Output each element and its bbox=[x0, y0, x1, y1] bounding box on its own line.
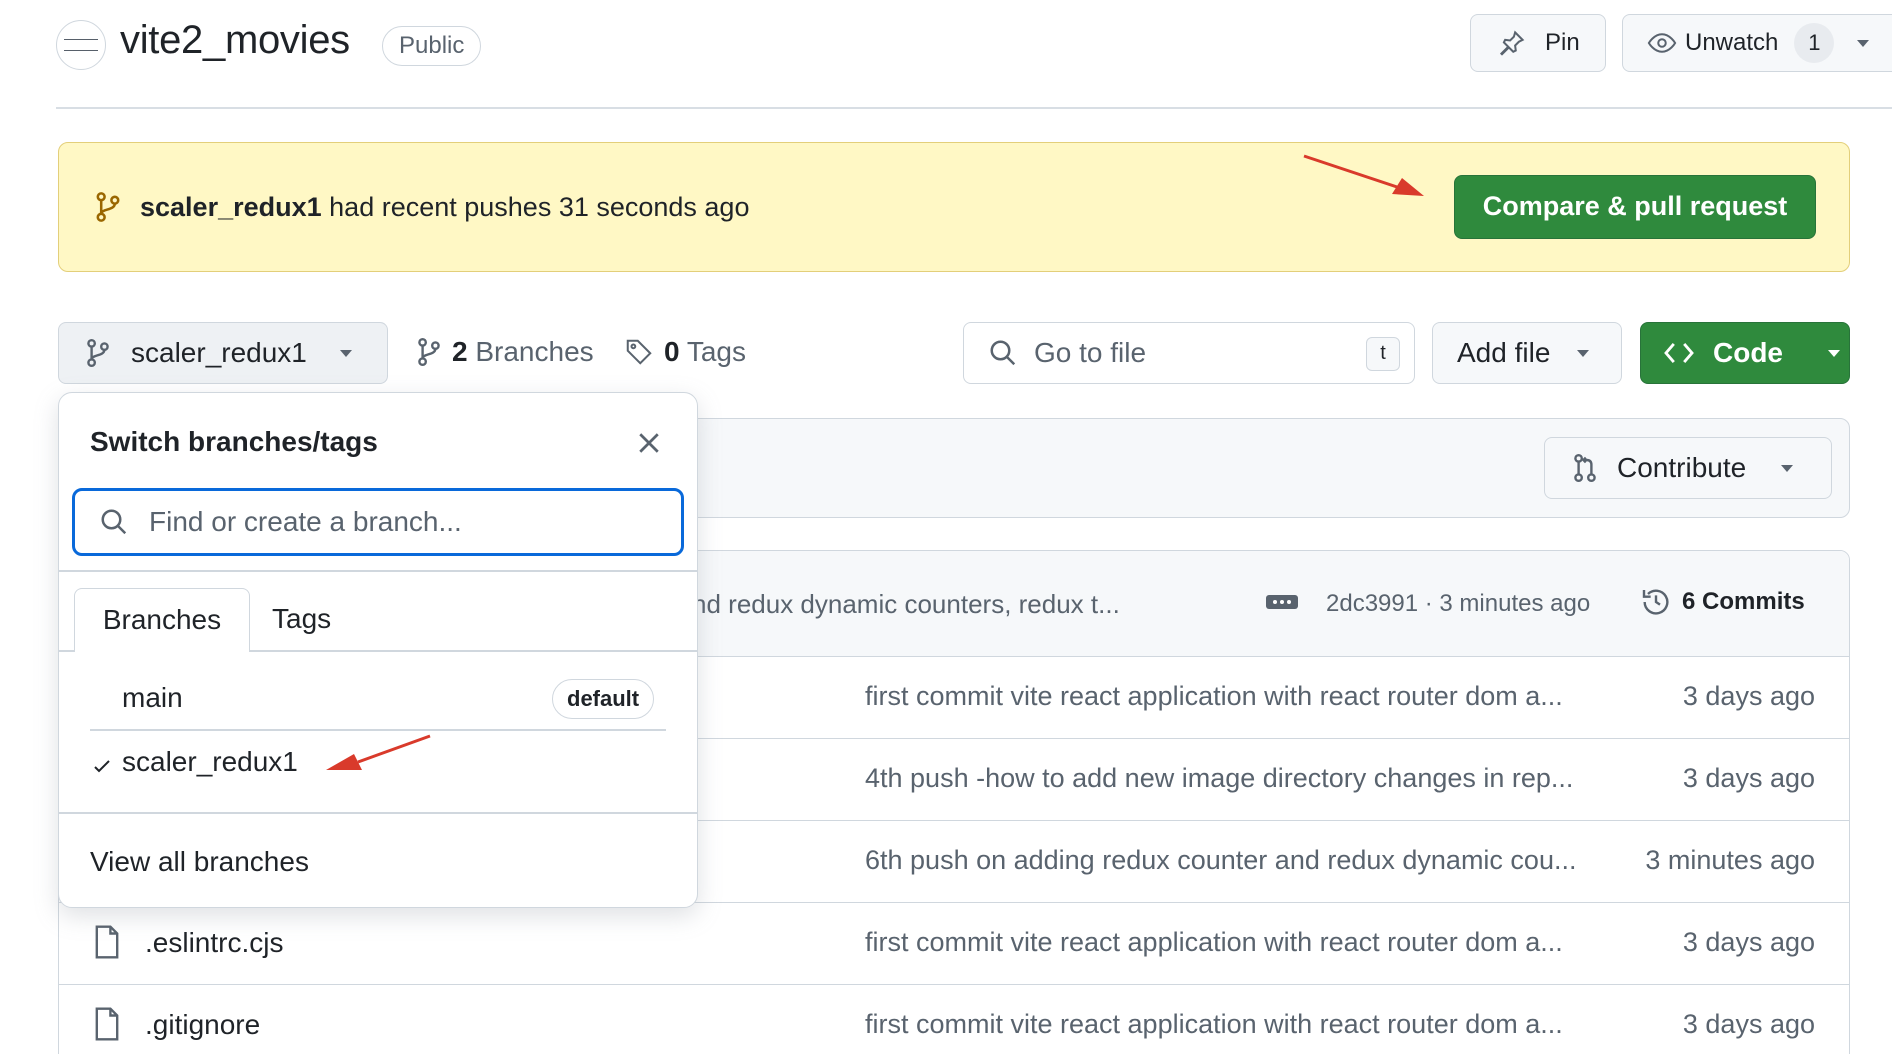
tab-tags[interactable]: Tags bbox=[272, 588, 331, 652]
file-row[interactable]: .eslintrc.cjs first commit vite react ap… bbox=[59, 903, 1849, 985]
tab-branches[interactable]: Branches bbox=[74, 588, 250, 652]
push-message: had recent pushes 31 seconds ago bbox=[329, 192, 750, 222]
add-file-label: Add file bbox=[1457, 337, 1551, 368]
pin-label: Pin bbox=[1545, 29, 1580, 56]
dropdown-title: Switch branches/tags bbox=[90, 426, 378, 457]
view-all-branches-link[interactable]: View all branches bbox=[90, 846, 309, 878]
tags-label: Tags bbox=[686, 336, 747, 367]
repo-name[interactable]: vite2_movies bbox=[120, 18, 350, 63]
search-icon bbox=[99, 507, 129, 537]
dropdown-divider bbox=[58, 570, 698, 572]
file-commit-date: 3 minutes ago bbox=[1645, 845, 1815, 875]
branch-icon bbox=[416, 336, 442, 368]
branch-icon bbox=[94, 190, 122, 224]
pin-button[interactable]: Pin bbox=[1470, 14, 1606, 72]
contribute-label: Contribute bbox=[1617, 452, 1747, 483]
visibility-badge: Public bbox=[382, 26, 482, 66]
contribute-icon bbox=[1571, 452, 1599, 484]
unwatch-label: Unwatch bbox=[1685, 29, 1779, 56]
watch-count: 1 bbox=[1794, 23, 1835, 63]
tags-link[interactable]: 0 Tags bbox=[624, 336, 746, 368]
close-icon[interactable] bbox=[634, 428, 664, 458]
commits-link[interactable]: 6 Commits bbox=[1640, 586, 1805, 618]
caret-down-icon bbox=[1856, 38, 1870, 48]
add-file-button[interactable]: Add file bbox=[1432, 322, 1622, 384]
branch-search-input[interactable] bbox=[149, 506, 649, 538]
latest-commit-meta[interactable]: 2dc3991 · 3 minutes ago bbox=[1326, 590, 1590, 618]
file-commit-message[interactable]: 4th push -how to add new image directory… bbox=[865, 763, 1573, 794]
file-commit-date: 3 days ago bbox=[1682, 1009, 1815, 1039]
repo-owner-avatar[interactable] bbox=[56, 20, 106, 70]
branches-label: Branches bbox=[475, 336, 594, 367]
caret-down-icon bbox=[339, 348, 353, 358]
code-label: Code bbox=[1713, 337, 1783, 368]
file-icon bbox=[93, 925, 121, 959]
caret-down-icon bbox=[1576, 348, 1590, 358]
eye-icon bbox=[1647, 28, 1677, 58]
file-name[interactable]: .eslintrc.cjs bbox=[145, 927, 283, 959]
tags-count: 0 bbox=[664, 336, 680, 367]
branch-item-main[interactable]: main bbox=[122, 682, 183, 714]
branches-link[interactable]: 2 Branches bbox=[416, 336, 594, 368]
caret-down-icon bbox=[1780, 463, 1794, 473]
branch-item-scaler-redux1[interactable]: scaler_redux1 bbox=[122, 746, 298, 778]
header-divider bbox=[56, 107, 1892, 109]
file-commit-message[interactable]: first commit vite react application with… bbox=[865, 927, 1563, 958]
commits-label: 6 Commits bbox=[1682, 588, 1805, 615]
history-icon bbox=[1640, 586, 1672, 618]
pin-icon bbox=[1497, 28, 1527, 58]
go-to-file-placeholder: Go to file bbox=[1034, 337, 1147, 368]
default-badge: default bbox=[552, 679, 655, 719]
arrow-annotation bbox=[326, 734, 431, 770]
branch-icon bbox=[85, 337, 111, 369]
branches-count: 2 bbox=[452, 336, 468, 367]
file-icon bbox=[93, 1007, 121, 1041]
avatar-logo bbox=[64, 39, 98, 51]
tag-icon bbox=[624, 337, 654, 367]
check-icon bbox=[92, 756, 112, 776]
code-icon bbox=[1663, 340, 1695, 366]
file-commit-message[interactable]: first commit vite react application with… bbox=[865, 1009, 1563, 1040]
branch-selector-button[interactable]: scaler_redux1 bbox=[58, 322, 388, 384]
arrow-annotation bbox=[1303, 154, 1424, 196]
current-branch-label: scaler_redux1 bbox=[131, 337, 307, 368]
file-name[interactable]: .gitignore bbox=[145, 1009, 260, 1041]
file-commit-date: 3 days ago bbox=[1682, 927, 1815, 957]
search-icon bbox=[988, 338, 1018, 368]
keyboard-shortcut-hint: t bbox=[1366, 337, 1400, 371]
compare-pull-request-button[interactable]: Compare & pull request bbox=[1454, 175, 1816, 239]
dropdown-footer-divider bbox=[58, 812, 698, 814]
go-to-file-input[interactable]: Go to file t bbox=[963, 322, 1415, 384]
unwatch-button[interactable]: Unwatch 1 bbox=[1622, 14, 1892, 72]
latest-commit-message[interactable]: ter and redux dynamic counters, redux t.… bbox=[640, 589, 1120, 620]
branch-search-field[interactable] bbox=[72, 488, 684, 556]
file-commit-message[interactable]: 6th push on adding redux counter and red… bbox=[865, 845, 1576, 876]
push-banner-message: scaler_redux1 had recent pushes 31 secon… bbox=[140, 192, 749, 223]
file-commit-date: 3 days ago bbox=[1682, 763, 1815, 793]
file-commit-date: 3 days ago bbox=[1682, 681, 1815, 711]
file-row[interactable]: .gitignore first commit vite react appli… bbox=[59, 985, 1849, 1054]
caret-down-icon bbox=[1827, 348, 1841, 358]
file-commit-message[interactable]: first commit vite react application with… bbox=[865, 681, 1563, 712]
code-button[interactable]: Code bbox=[1640, 322, 1850, 384]
ellipsis-icon[interactable] bbox=[1266, 592, 1298, 612]
contribute-button[interactable]: Contribute bbox=[1544, 437, 1832, 499]
push-branch-name[interactable]: scaler_redux1 bbox=[140, 192, 322, 222]
